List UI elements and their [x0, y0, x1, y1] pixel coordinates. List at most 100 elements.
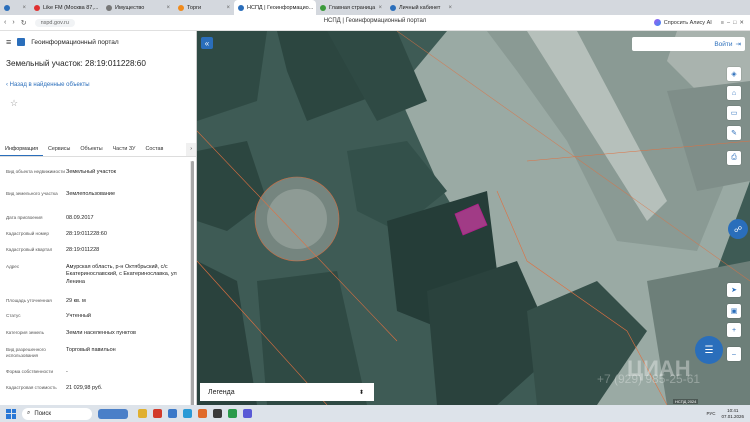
browser-tab[interactable]: Главная страница × [316, 0, 386, 15]
search-icon: ⌕ [27, 410, 31, 416]
search-label: Поиск [34, 410, 52, 417]
nav-buttons: ‹ › ↻ [0, 19, 27, 27]
property-row: Кадастровый квартал 28:19:011228 [6, 247, 190, 254]
url-field[interactable]: nspd.gov.ru [34, 18, 75, 27]
map-view[interactable]: ЦИАН +7 (929) 985-25-61 « Войти ⇥ ◈ ⌂ ▭ … [197, 31, 750, 405]
zoom-in-icon[interactable]: + [727, 323, 741, 337]
page-title: НСПД | Геоинформационный портал [323, 18, 427, 24]
windows-start-icon[interactable] [6, 408, 16, 419]
chat-button[interactable]: ☰ [695, 336, 723, 364]
tab-label: Торги [187, 4, 202, 11]
feedback-icon[interactable]: ☍ [728, 219, 748, 239]
back-icon[interactable]: ‹ [4, 19, 6, 27]
print-area-icon[interactable]: ▣ [727, 304, 741, 318]
property-value: 29 кв. м [66, 298, 86, 304]
zoom-out-icon[interactable]: – [727, 347, 741, 361]
login-button[interactable]: Войти ⇥ [632, 37, 745, 51]
address-bar: ‹ › ↻ nspd.gov.ru НСПД | Геоинформационн… [0, 15, 750, 31]
property-row: Статус Учтенный [6, 313, 190, 320]
collapse-panel-button[interactable]: « [201, 37, 213, 49]
property-row: Адрес Амурская область, р-н Октябрьский, … [6, 264, 190, 286]
yandex-browser-icon[interactable] [153, 409, 162, 418]
property-value: Амурская область, р-н Октябрьский, с/с Е… [66, 264, 177, 285]
close-icon[interactable]: ✕ [739, 20, 744, 26]
layers-icon[interactable]: ◈ [727, 67, 741, 81]
info-tab[interactable]: Информация [0, 143, 44, 156]
browser-tab[interactable]: Like FM (Москва 87,...× [30, 0, 102, 15]
favorite-star-icon[interactable]: ☆ [0, 88, 196, 109]
taskbar-apps [138, 409, 252, 418]
clock[interactable]: 10:41 07.01.2026 [721, 408, 744, 419]
taskbar-search[interactable]: ⌕ Поиск [22, 407, 92, 420]
tab-close-icon[interactable]: × [378, 5, 382, 11]
browser-tab[interactable]: НСПД | Геоинформацио...× [234, 0, 316, 15]
property-row: Кадастровая стоимость 21 029,98 руб. [6, 385, 190, 392]
tab-favicon-icon [178, 4, 184, 11]
tab-close-icon[interactable]: × [448, 5, 452, 11]
chevron-right-icon[interactable]: › [186, 143, 196, 156]
property-row: Вид земельного участка Землепользование [6, 191, 190, 198]
locate-icon[interactable]: ➤ [727, 283, 741, 297]
property-row: Категория земель Земли населенных пунктов [6, 330, 190, 337]
panel-header: ≡ Геоинформационный портал [0, 31, 196, 53]
edge-icon[interactable] [183, 409, 192, 418]
tab-close-icon[interactable]: × [22, 5, 26, 11]
file-explorer-icon[interactable] [138, 409, 147, 418]
tab-favicon-icon [4, 4, 10, 11]
property-row: Вид разрешенного использования Торговый п… [6, 347, 190, 359]
app-icon[interactable] [228, 409, 237, 418]
back-to-results-link[interactable]: ‹ Назад в найденные объекты [0, 68, 196, 88]
menu-icon[interactable]: ≡ [721, 20, 724, 26]
property-row: Дата присвоения 08.09.2017 [6, 215, 190, 222]
info-tab[interactable]: Сервисы [43, 143, 75, 156]
search-highlights[interactable] [98, 408, 128, 419]
app-icon[interactable] [198, 409, 207, 418]
app-icon[interactable] [243, 409, 252, 418]
tab-close-icon[interactable]: × [166, 5, 170, 11]
forward-icon[interactable]: › [12, 19, 14, 27]
browser-tab[interactable]: × [0, 0, 30, 15]
property-key: Статус [6, 313, 21, 318]
property-key: Площадь уточненная [6, 298, 52, 303]
property-key: Вид земельного участка [6, 191, 58, 196]
print-icon[interactable]: ⎙ [727, 151, 741, 165]
browser-tab[interactable]: Личный кабинет × [386, 0, 456, 15]
ruler-icon[interactable]: ▭ [727, 106, 741, 120]
browser-tab[interactable]: Имущество × [102, 0, 174, 15]
home-icon[interactable]: ⌂ [727, 86, 741, 100]
info-tab[interactable]: Объекты [75, 143, 107, 156]
browser-tab[interactable]: Торги × [174, 0, 234, 15]
property-row: Кадастровый номер 28:19:011228:60 [6, 231, 190, 238]
draw-icon[interactable]: ✎ [727, 126, 741, 140]
object-title: Земельный участок: 28:19:011228:60 [6, 59, 146, 68]
tab-favicon-icon [320, 4, 326, 11]
satellite-map[interactable]: ЦИАН +7 (929) 985-25-61 [197, 31, 750, 405]
property-value: - [66, 369, 68, 375]
legend-label: Легенда [208, 388, 235, 396]
property-key: Кадастровый квартал [6, 247, 53, 252]
browser-tab-strip: × Like FM (Москва 87,...×Имущество× Торги ×… [0, 0, 750, 15]
tab-close-icon[interactable]: × [226, 5, 230, 11]
app-icon[interactable] [213, 409, 222, 418]
property-value: Торговый павильон [66, 347, 116, 353]
scrollbar-thumb[interactable] [190, 161, 194, 405]
minimize-icon[interactable]: – [727, 20, 730, 26]
property-key: Категория земель [6, 330, 44, 335]
hamburger-icon[interactable]: ≡ [6, 37, 11, 47]
back-link-label: Назад в найденные объекты [9, 82, 90, 88]
tab-label: НСПД | Геоинформацио... [247, 4, 314, 11]
lang-indicator[interactable]: РУС [706, 411, 715, 416]
property-value: 28:19:011228 [66, 247, 100, 253]
ask-alice-button[interactable]: Спросить Алису AI ≡ – □ ✕ [653, 19, 750, 26]
property-value: Земли населенных пунктов [66, 330, 136, 336]
legend-dropdown[interactable]: Легенда ⬍ [200, 383, 374, 401]
panel-scrollbar[interactable] [190, 161, 194, 405]
maximize-icon[interactable]: □ [733, 20, 736, 26]
reload-icon[interactable]: ↻ [21, 19, 27, 27]
info-tab[interactable]: Состав [140, 143, 168, 156]
info-tab[interactable]: Части ЗУ [108, 143, 141, 156]
taskbar: ⌕ Поиск РУС 10:41 07.01.2026 [0, 405, 750, 422]
app-icon[interactable] [168, 409, 177, 418]
property-value: 08.09.2017 [66, 215, 94, 221]
property-row: Площадь уточненная 29 кв. м [6, 298, 190, 305]
